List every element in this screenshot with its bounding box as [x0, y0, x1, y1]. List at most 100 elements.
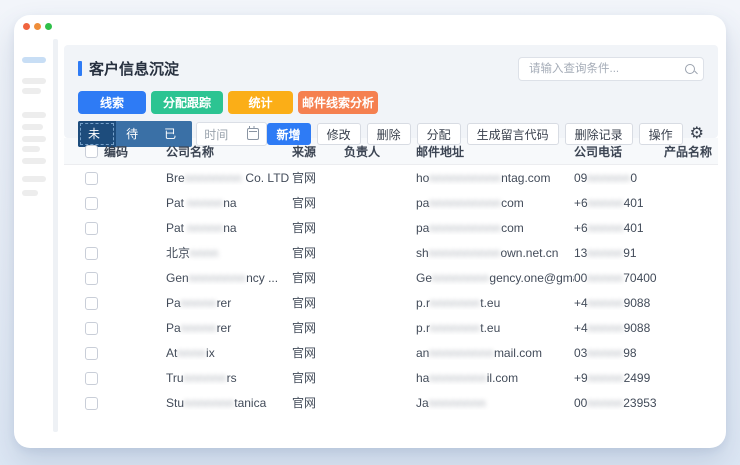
text-visible: Bre	[166, 170, 185, 185]
col-header-phone: 公司电话	[574, 144, 623, 159]
row-checkbox[interactable]	[85, 271, 98, 285]
text-visible: mail.com	[493, 345, 542, 360]
text-redacted: nnnnnn	[183, 370, 227, 385]
cell-email: hannnnnnnnil.com	[416, 371, 574, 385]
row-checkbox[interactable]	[85, 371, 98, 385]
cell-email: Jannnnnnnn	[416, 396, 574, 410]
text-visible: com	[501, 195, 524, 210]
col-header-company: 公司名称	[166, 144, 215, 159]
text-visible: Ge	[416, 270, 433, 285]
cell-email: shnnnnnnnnnnown.net.cn	[416, 246, 574, 260]
sidebar-skeleton-bar	[22, 136, 46, 142]
text-visible: Pat	[166, 220, 188, 235]
text-redacted: nnnnn	[187, 220, 224, 235]
col-header-email: 邮件地址	[416, 144, 465, 159]
text-visible: ha	[416, 370, 430, 385]
text-visible: pa	[416, 220, 430, 235]
text-redacted: nnnnn	[587, 220, 624, 235]
text-visible: Stu	[166, 395, 185, 410]
minimize-window-dot-icon[interactable]	[34, 23, 41, 30]
cell-phone: 03nnnnn98	[574, 346, 664, 360]
text-visible: 9088	[623, 295, 651, 310]
cell-phone: 09nnnnnn0	[574, 171, 664, 185]
search-icon[interactable]	[685, 63, 695, 74]
maximize-window-dot-icon[interactable]	[45, 23, 52, 30]
nav-button-email-lead-analysis[interactable]: 邮件线索分析	[298, 91, 378, 114]
window-controls	[23, 23, 52, 30]
col-header-code: 编码	[104, 144, 129, 159]
text-redacted: nnnnn	[587, 370, 624, 385]
text-visible: an	[416, 345, 430, 360]
table-row[interactable]: Atnnnnix 官网 annnnnnnnnnmail.com 03nnnnn98	[64, 340, 718, 365]
row-checkbox[interactable]	[85, 196, 98, 210]
row-checkbox[interactable]	[85, 296, 98, 310]
table-row[interactable]: 北京nnnn 官网 shnnnnnnnnnnown.net.cn 13nnnnn91	[64, 240, 718, 265]
text-redacted: nnnnnnnnnn	[429, 195, 502, 210]
row-checkbox[interactable]	[85, 171, 98, 185]
cell-source: 官网	[292, 371, 317, 385]
sidebar-skeleton-bar	[22, 88, 41, 94]
text-visible: t.eu	[480, 320, 501, 335]
text-visible: 09	[574, 170, 588, 185]
text-redacted: nnnnnnnnnn	[429, 220, 502, 235]
cell-email: honnnnnnnnnnntag.com	[416, 171, 574, 185]
module-buttons: 线索 分配跟踪 统计 邮件线索分析	[78, 91, 704, 114]
select-all-checkbox[interactable]	[85, 145, 98, 159]
page-title: 客户信息沉淀	[78, 58, 179, 79]
row-checkbox[interactable]	[85, 346, 98, 360]
cell-source: 官网	[292, 396, 317, 410]
table-row[interactable]: Stunnnnnnntanica 官网 Jannnnnnnn 00nnnnn23953	[64, 390, 718, 415]
toolbar-panel: 客户信息沉淀 线索 分配跟踪 统计 邮件线索分析 未分配 待处理 已处理	[64, 45, 718, 147]
cell-phone: +4nnnnn9088	[574, 321, 664, 335]
cell-company: Pat nnnnnna	[166, 196, 292, 210]
text-visible: ho	[416, 170, 430, 185]
nav-button-statistics[interactable]: 统计	[228, 91, 293, 114]
text-redacted: nnnnn	[587, 320, 624, 335]
text-redacted: nnnnnnnn	[429, 370, 487, 385]
text-redacted: nnnnnn	[587, 170, 631, 185]
row-checkbox[interactable]	[85, 396, 98, 410]
row-checkbox[interactable]	[85, 246, 98, 260]
table-row[interactable]: Pannnnnrer 官网 p.rnnnnnnnt.eu +4nnnnn9088	[64, 290, 718, 315]
title-accent-bar	[78, 61, 82, 76]
row-checkbox[interactable]	[85, 321, 98, 335]
table-row[interactable]: Pannnnnrer 官网 p.rnnnnnnnt.eu +4nnnnn9088	[64, 315, 718, 340]
text-visible: na	[223, 195, 237, 210]
table-row[interactable]: Trunnnnnnrs 官网 hannnnnnnnil.com +9nnnnn2499	[64, 365, 718, 390]
text-visible: own.net.cn	[500, 245, 559, 260]
text-visible: +6	[574, 220, 588, 235]
row-checkbox[interactable]	[85, 221, 98, 235]
cell-company: 北京nnnn	[166, 244, 292, 261]
text-visible: 03	[574, 345, 588, 360]
text-visible: +6	[574, 195, 588, 210]
table-row[interactable]: Pat nnnnnna 官网 pannnnnnnnnncom +6nnnnn401	[64, 190, 718, 215]
text-visible: Pa	[166, 295, 181, 310]
text-redacted: nnnn	[177, 345, 207, 360]
close-window-dot-icon[interactable]	[23, 23, 30, 30]
sidebar-skeleton-bar	[22, 112, 46, 118]
table-row[interactable]: Gennnnnnnnnncy ... 官网 Gennnnnnnngency.one@…	[64, 265, 718, 290]
search-input[interactable]	[527, 61, 685, 76]
text-visible: 00	[574, 395, 588, 410]
col-header-product: 产品名称	[664, 144, 713, 159]
text-visible: pa	[416, 195, 430, 210]
sidebar-skeleton-bar	[22, 146, 40, 152]
nav-button-assign-track[interactable]: 分配跟踪	[151, 91, 223, 114]
cell-company: Stunnnnnnntanica	[166, 396, 292, 410]
table-row[interactable]: Brennnnnnnn Co. LTD 官网 honnnnnnnnnnntag.co…	[64, 165, 718, 190]
text-visible: il.com	[486, 370, 519, 385]
text-visible: +9	[574, 370, 588, 385]
text-redacted: nnnnnnnn	[188, 270, 247, 285]
cell-company: Pannnnnrer	[166, 296, 292, 310]
text-redacted: nnnnnnnnn	[429, 345, 494, 360]
nav-button-leads[interactable]: 线索	[78, 91, 146, 114]
table-row[interactable]: Pat nnnnnna 官网 pannnnnnnnnncom +6nnnnn401	[64, 215, 718, 240]
text-visible: rs	[226, 370, 237, 385]
sidebar-skeleton-bar	[22, 124, 43, 130]
text-visible: tanica	[234, 395, 267, 410]
sidebar-skeleton-bar	[22, 78, 46, 84]
text-visible: +4	[574, 320, 588, 335]
cell-phone: 00nnnnn70400	[574, 271, 664, 285]
cell-email: pannnnnnnnnncom	[416, 196, 574, 210]
text-visible: sh	[416, 245, 429, 260]
